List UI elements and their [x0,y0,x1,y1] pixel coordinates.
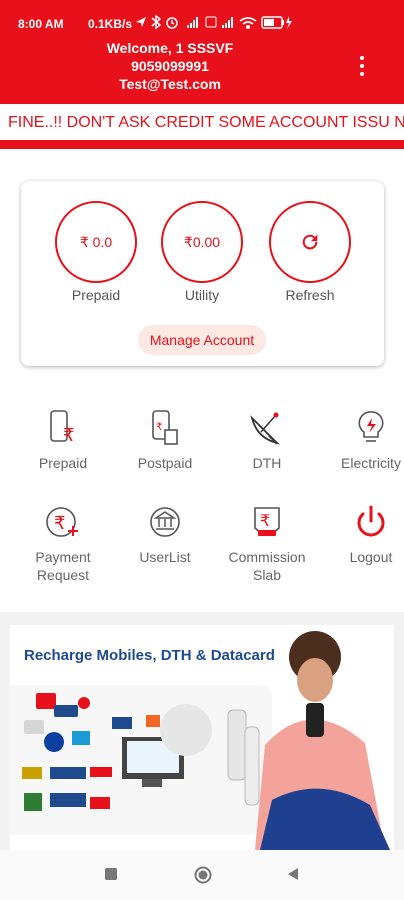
prepaid-balance: ₹ 0.0 [79,233,113,250]
mobile-rupee-icon: ₹ [43,408,83,448]
location-icon [136,17,146,27]
status-icons [132,14,382,33]
wallet-refresh[interactable]: Refresh [268,201,352,303]
utility-wallet-label: Utility [184,287,220,303]
service-payment-request[interactable]: ₹ Payment Request [18,502,108,584]
back-icon[interactable] [286,867,300,881]
service-postpaid[interactable]: ₹ Postpaid [120,408,210,472]
service-userlist[interactable]: UserList [120,502,210,566]
service-prepaid[interactable]: ₹ Prepaid [18,408,108,472]
network-speed: 0.1KB/s [88,17,133,31]
prepaid-wallet-label: Prepaid [71,287,121,303]
service-label: Postpaid [137,455,193,471]
svg-text:₹: ₹ [54,513,65,534]
signal-icon [205,16,233,28]
svg-text:₹: ₹ [63,425,74,446]
commission-icon: ₹ [247,502,287,542]
alarm-icon [166,17,178,29]
wallet-card: ₹ 0.0 Prepaid ₹0.00 Utility Refresh Mana… [21,181,384,366]
more-menu-icon[interactable] [352,52,372,80]
system-nav-bar [0,850,404,900]
recent-apps-icon[interactable] [104,867,118,881]
service-dth[interactable]: DTH [222,408,312,472]
app-header: Welcome, 1 SSSVF 9059099991 Test@Test.co… [0,38,404,104]
satellite-dish-icon [247,408,287,448]
bluetooth-icon [151,14,162,30]
promo-banner[interactable]: Recharge Mobiles, DTH & Datacard [10,625,394,850]
utility-balance-circle: ₹0.00 [161,201,243,283]
refresh-label: Refresh [285,287,335,303]
service-label: Logout [349,549,393,565]
bank-icon [145,502,185,542]
signal-icon [187,17,198,28]
service-logout[interactable]: Logout [326,502,404,566]
svg-text:₹: ₹ [260,511,270,530]
svg-text:₹: ₹ [156,422,162,433]
wifi-icon [239,17,257,30]
service-electricity[interactable]: Electricity [326,408,404,472]
service-label: UserList [139,549,191,565]
user-phone: 9059099991 [131,58,209,74]
service-label: Commission Slab [228,549,306,583]
service-label: Payment Request [35,549,91,583]
home-icon[interactable] [194,866,212,884]
wallet-utility: ₹0.00 Utility [160,201,244,303]
manage-account-button[interactable]: Manage Account [138,325,266,355]
service-label: Prepaid [38,455,88,471]
user-email: Test@Test.com [119,76,221,92]
marquee-divider [0,140,404,149]
status-time: 8:00 AM [18,17,64,31]
welcome-text: Welcome, 1 SSSVF [106,40,234,56]
banner-illustration [10,631,390,850]
brand-logo [36,693,56,709]
battery-icon [261,16,292,29]
bulb-icon [351,408,391,448]
marquee-text: FINE..!! DON'T ASK CREDIT SOME ACCOUNT I… [8,114,404,131]
service-label: DTH [252,455,282,471]
wallet-prepaid: ₹ 0.0 Prepaid [54,201,138,303]
utility-balance: ₹0.00 [183,233,221,250]
notice-marquee: FINE..!! DON'T ASK CREDIT SOME ACCOUNT I… [0,108,404,138]
refresh-button[interactable] [269,201,351,283]
service-label: Electricity [341,455,401,471]
service-commission-slab[interactable]: ₹ Commission Slab [222,502,312,584]
prepaid-balance-circle: ₹ 0.0 [55,201,137,283]
refresh-icon [302,234,318,250]
power-icon [351,502,391,542]
mobile-bill-icon: ₹ [145,408,185,448]
rupee-add-icon: ₹ [43,502,83,542]
